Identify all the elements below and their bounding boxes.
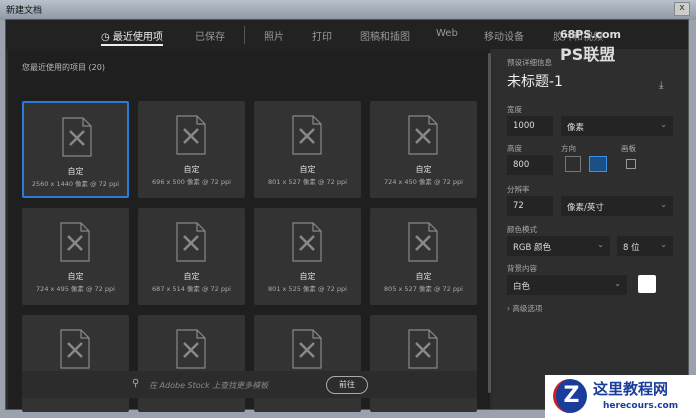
background-label: 背景内容	[507, 264, 537, 273]
document-icon	[408, 329, 438, 369]
document-name-input[interactable]: 未标题-1	[507, 71, 563, 91]
watermark-logo-icon: Z	[553, 379, 587, 413]
card-dimensions: 2560 x 1440 像素 @ 72 ppi	[31, 180, 120, 188]
document-icon	[176, 222, 206, 262]
tab-web[interactable]: Web	[436, 28, 458, 39]
card-name: 自定	[67, 272, 84, 281]
card-dimensions: 687 x 514 像素 @ 72 ppi	[152, 285, 231, 293]
document-icon	[62, 117, 92, 157]
card-name: 自定	[415, 272, 432, 281]
card-dimensions: 801 x 525 像素 @ 72 ppi	[268, 285, 347, 293]
landscape-icon[interactable]	[589, 156, 607, 172]
card-name: 自定	[67, 167, 84, 176]
recent-document-card[interactable]: 自定 687 x 514 像素 @ 72 ppi	[138, 208, 245, 305]
resolution-input[interactable]: 72	[507, 196, 553, 216]
background-select[interactable]: 白色 ⌄	[507, 275, 627, 295]
recent-document-card[interactable]: 自定 696 x 500 像素 @ 72 ppi	[138, 101, 245, 198]
tab-print[interactable]: 打印	[312, 28, 332, 43]
chevron-down-icon: ⌄	[660, 120, 667, 129]
chevron-down-icon: ⌄	[660, 240, 667, 249]
recent-document-card[interactable]: 自定 724 x 495 像素 @ 72 ppi	[22, 208, 129, 305]
recent-document-card[interactable]: 自定 801 x 527 像素 @ 72 ppi	[254, 101, 361, 198]
advanced-options-toggle[interactable]: › 高级选项	[507, 303, 542, 314]
search-icon: ⚲	[132, 378, 140, 389]
height-label: 高度	[507, 144, 522, 153]
document-icon	[408, 222, 438, 262]
watermark-herecours: Z 这里教程网 herecours.com	[545, 375, 696, 418]
document-icon	[292, 222, 322, 262]
bit-depth-select[interactable]: 8 位 ⌄	[617, 236, 673, 256]
height-input[interactable]: 800	[507, 155, 553, 175]
orientation-label: 方向	[561, 144, 576, 153]
document-icon	[60, 329, 90, 369]
go-button[interactable]: 前往	[326, 376, 368, 394]
color-mode-label: 颜色模式	[507, 225, 537, 234]
document-icon	[176, 115, 206, 155]
close-button[interactable]: x	[674, 2, 690, 16]
title-bar: 新建文档 x	[0, 0, 696, 20]
card-dimensions: 724 x 450 像素 @ 72 ppi	[384, 178, 463, 186]
preset-heading: 预设详细信息	[507, 58, 552, 67]
document-icon	[176, 329, 206, 369]
chevron-down-icon: ⌄	[597, 240, 604, 249]
card-dimensions: 696 x 500 像素 @ 72 ppi	[152, 178, 231, 186]
card-dimensions: 724 x 495 像素 @ 72 ppi	[36, 285, 115, 293]
card-dimensions: 805 x 527 像素 @ 72 ppi	[384, 285, 463, 293]
resolution-unit-select[interactable]: 像素/英寸 ⌄	[561, 196, 673, 216]
tab-recent[interactable]: ◷ 最近使用项	[101, 28, 163, 46]
width-label: 宽度	[507, 105, 522, 114]
card-name: 自定	[183, 272, 200, 281]
artboard-checkbox[interactable]	[626, 159, 636, 169]
document-icon	[60, 222, 90, 262]
tab-photo[interactable]: 照片	[264, 28, 284, 43]
tab-divider	[244, 26, 245, 44]
document-icon	[292, 329, 322, 369]
card-dimensions: 801 x 527 像素 @ 72 ppi	[268, 178, 347, 186]
card-name: 自定	[183, 165, 200, 174]
stock-search-input[interactable]: 在 Adobe Stock 上查找更多模板	[149, 380, 268, 391]
chevron-down-icon: ⌄	[614, 279, 621, 288]
card-name: 自定	[299, 272, 316, 281]
card-name: 自定	[415, 165, 432, 174]
tab-saved[interactable]: 已保存	[195, 28, 225, 43]
document-icon	[408, 115, 438, 155]
artboard-label: 画板	[621, 144, 636, 153]
tab-mobile[interactable]: 移动设备	[484, 28, 524, 43]
clock-icon: ◷	[101, 32, 113, 43]
scrollbar[interactable]	[488, 53, 491, 393]
recent-panel: 您最近使用的项目 (20) 自定 2560 x 1440 像素 @ 72 ppi 自…	[8, 49, 491, 412]
watermark-68ps: 68PS.com PS联盟	[560, 28, 622, 64]
portrait-icon[interactable]	[565, 156, 581, 172]
background-color-swatch[interactable]	[638, 275, 656, 293]
stock-search-bar: ⚲ 在 Adobe Stock 上查找更多模板 前往	[22, 371, 477, 398]
recent-document-card[interactable]: 自定 805 x 527 像素 @ 72 ppi	[370, 208, 477, 305]
resolution-label: 分辨率	[507, 185, 530, 194]
preset-details-panel: 预设详细信息 未标题-1 ⤓ 宽度 1000 像素 ⌄ 高度 800 方向 画板 …	[493, 49, 688, 409]
chevron-down-icon: ⌄	[660, 200, 667, 209]
recent-document-card[interactable]: 自定 2560 x 1440 像素 @ 72 ppi	[22, 101, 129, 198]
new-document-dialog: ◷ 最近使用项 已保存 照片 打印 图稿和插图 Web 移动设备 胶片和视频 您…	[5, 19, 689, 412]
width-input[interactable]: 1000	[507, 116, 553, 136]
window-title: 新建文档	[6, 6, 43, 16]
recent-document-card[interactable]: 自定 801 x 525 像素 @ 72 ppi	[254, 208, 361, 305]
width-unit-select[interactable]: 像素 ⌄	[561, 116, 673, 136]
color-mode-select[interactable]: RGB 颜色 ⌄	[507, 236, 610, 256]
recent-document-card[interactable]: 自定 724 x 450 像素 @ 72 ppi	[370, 101, 477, 198]
save-preset-icon[interactable]: ⤓	[659, 80, 663, 91]
recent-heading: 您最近使用的项目 (20)	[22, 63, 105, 72]
tab-art[interactable]: 图稿和插图	[360, 28, 410, 43]
card-name: 自定	[299, 165, 316, 174]
document-icon	[292, 115, 322, 155]
